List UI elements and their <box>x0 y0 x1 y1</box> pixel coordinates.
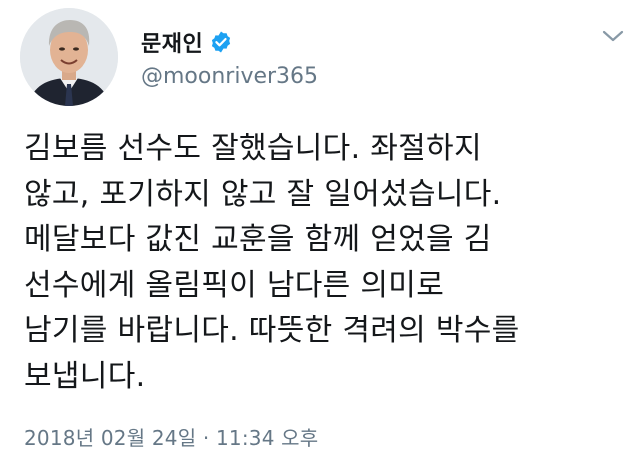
tweet-card: 문재인 @moonriver365 김보름 선수도 잘했습니다. 좌절하지 않고… <box>0 0 640 458</box>
chevron-down-icon[interactable] <box>600 26 626 46</box>
tweet-text: 김보름 선수도 잘했습니다. 좌절하지 않고, 포기하지 않고 잘 일어섰습니다… <box>24 131 520 394</box>
user-handle[interactable]: @moonriver365 <box>141 64 318 89</box>
display-name[interactable]: 문재인 <box>141 26 203 58</box>
author-row: 문재인 <box>141 24 233 60</box>
profile-photo-icon <box>20 8 118 106</box>
verified-badge-icon <box>212 31 231 53</box>
tweet-timestamp[interactable]: 2018년 02월 24일 · 11:34 오후 <box>24 422 318 451</box>
avatar[interactable] <box>20 8 118 106</box>
